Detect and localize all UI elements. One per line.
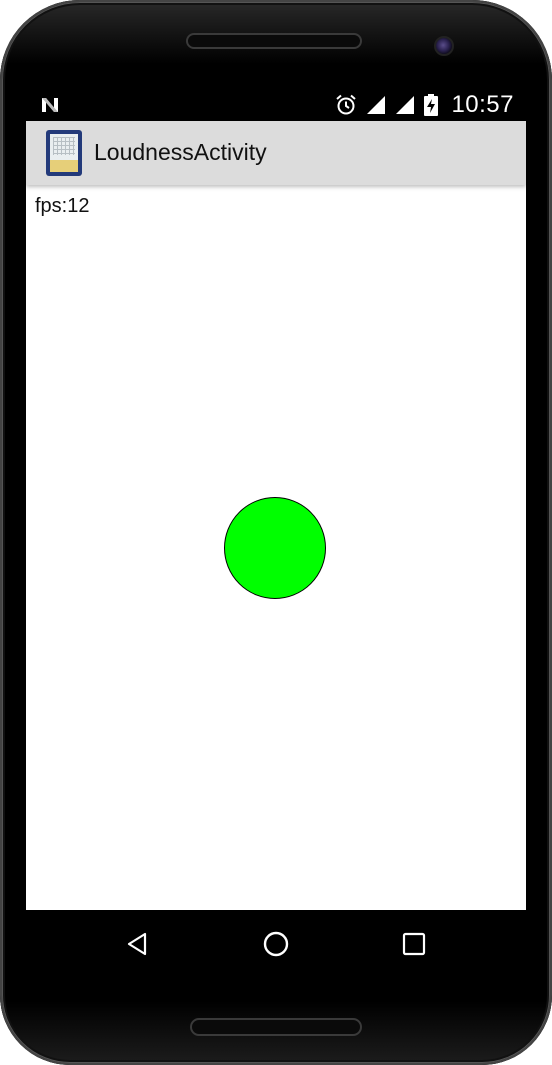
status-bar: 10:57 (26, 88, 526, 121)
battery-charging-icon (424, 94, 439, 116)
signal-icon (367, 96, 386, 114)
back-icon (127, 932, 147, 956)
bottom-speaker (190, 1018, 362, 1036)
signal-icon (396, 96, 415, 114)
content-canvas[interactable]: fps:12 (26, 185, 526, 910)
app-icon[interactable] (46, 130, 82, 176)
phone-frame: 10:57 LoudnessActivity fps:12 (0, 0, 552, 1065)
app-icon-artwork (50, 134, 78, 172)
status-time: 10:57 (451, 91, 514, 118)
alarm-icon (336, 94, 357, 115)
fps-label: fps:12 (35, 195, 90, 217)
app-title: LoudnessActivity (94, 139, 267, 165)
notification-n-icon (42, 98, 58, 112)
status-icons: 10:57 (335, 91, 514, 119)
home-button[interactable] (254, 922, 298, 966)
loudness-ball (224, 497, 326, 599)
back-button[interactable] (116, 922, 160, 966)
recents-icon (402, 932, 426, 956)
front-camera (434, 36, 454, 56)
action-bar: LoudnessActivity (26, 121, 526, 185)
recents-button[interactable] (392, 922, 436, 966)
earpiece-speaker (186, 33, 362, 49)
screen: 10:57 LoudnessActivity fps:12 (26, 88, 526, 978)
navigation-bar (26, 910, 526, 978)
home-icon (263, 931, 289, 957)
